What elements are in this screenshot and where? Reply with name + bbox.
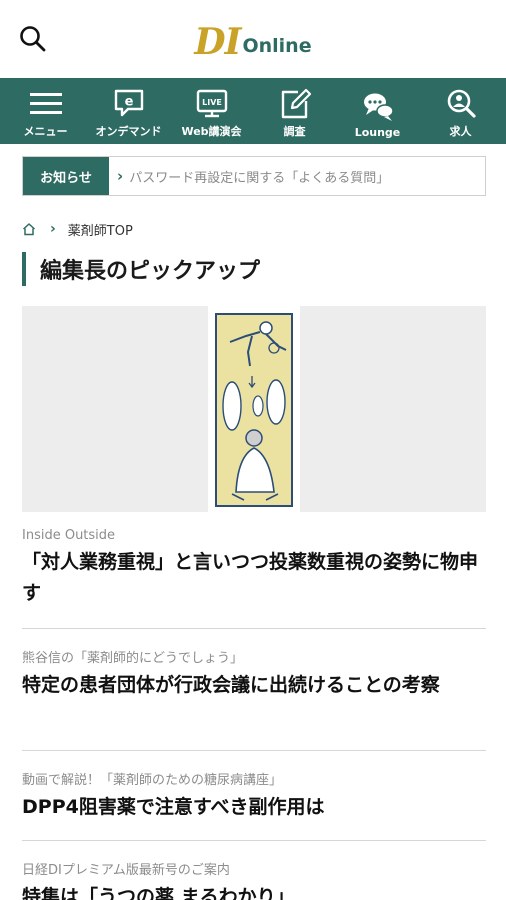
search-button[interactable] [18, 24, 48, 54]
survey-pencil-icon [281, 88, 311, 119]
job-search-icon [447, 89, 476, 118]
comic-drawing [215, 313, 293, 507]
article-category: 日経DIプレミアム版最新号のご案内 [22, 863, 230, 878]
svg-text:e: e [124, 95, 133, 110]
breadcrumb-separator-icon: › [50, 221, 56, 237]
nav-label-jobs: 求人 [449, 125, 472, 138]
article-category: Inside Outside [22, 528, 116, 543]
hero-image[interactable] [22, 306, 486, 512]
article-item[interactable]: 日経DIプレミアム版最新号のご案内 特集は「うつの薬 まるわかり」 [22, 841, 486, 900]
nav-label-on-demand: オンデマンド [95, 125, 162, 138]
nav-label-menu: メニュー [23, 125, 68, 138]
breadcrumb-current[interactable]: 薬剤師TOP [68, 220, 133, 239]
article-category: 動画で解説！「薬剤師のための糖尿病講座」 [22, 773, 283, 788]
nav-label-survey: 調査 [283, 125, 306, 138]
notice-bar[interactable]: お知らせ › パスワード再設定に関する「よくある質問」 [22, 156, 486, 196]
on-demand-icon: e [114, 89, 143, 117]
notice-text: パスワード再設定に関する「よくある質問」 [129, 170, 390, 186]
nav-item-web-lecture[interactable]: LIVE Web講演会 [170, 83, 253, 139]
hamburger-menu-icon [29, 93, 62, 114]
main-nav: メニュー e オンデマンド LIVE Web講演会 調査 Lounge 求人 [0, 78, 506, 144]
search-icon [20, 26, 46, 52]
notice-link[interactable]: › パスワード再設定に関する「よくある質問」 [109, 157, 389, 195]
nav-label-lounge: Lounge [354, 126, 401, 139]
article-title[interactable]: DPP4阻害薬で注意すべき副作用は [22, 792, 486, 823]
comic-illustration [208, 306, 300, 512]
article-item[interactable]: 動画で解説！「薬剤師のための糖尿病講座」 DPP4阻害薬で注意すべき副作用は [22, 751, 486, 841]
logo-online-text: Online [242, 35, 312, 57]
nav-item-on-demand[interactable]: e オンデマンド [87, 83, 170, 139]
article-title[interactable]: 特定の患者団体が行政会議に出続けることの考察 [22, 670, 486, 701]
nav-label-web-lecture: Web講演会 [181, 125, 242, 138]
live-icon: LIVE [196, 89, 227, 118]
nav-item-jobs[interactable]: 求人 [419, 83, 502, 139]
chevron-right-icon: › [117, 167, 124, 185]
section-title: 編集長のピックアップ [22, 252, 506, 286]
article-title[interactable]: 特集は「うつの薬 まるわかり」 [22, 882, 486, 900]
nav-item-survey[interactable]: 調査 [253, 83, 336, 139]
nav-item-lounge[interactable]: Lounge [336, 83, 419, 139]
notice-badge: お知らせ [23, 157, 109, 195]
article-item[interactable]: 熊谷信の「薬剤師的にどうでしょう」 特定の患者団体が行政会議に出続けることの考察 [22, 629, 486, 751]
nav-item-menu[interactable]: メニュー [4, 83, 87, 139]
site-logo[interactable]: DI Online [194, 24, 311, 60]
home-icon[interactable] [22, 222, 36, 236]
article-item[interactable]: Inside Outside 「対人業務重視」と言いつつ投薬数重視の姿勢に物申す [22, 512, 486, 629]
svg-text:LIVE: LIVE [202, 98, 222, 107]
site-header: DI Online [0, 0, 506, 78]
article-category: 熊谷信の「薬剤師的にどうでしょう」 [22, 651, 244, 666]
breadcrumb: › 薬剤師TOP [22, 220, 506, 239]
chat-bubbles-icon [363, 93, 394, 121]
logo-di-mark: DI [194, 21, 241, 63]
article-title[interactable]: 「対人業務重視」と言いつつ投薬数重視の姿勢に物申す [22, 547, 486, 609]
